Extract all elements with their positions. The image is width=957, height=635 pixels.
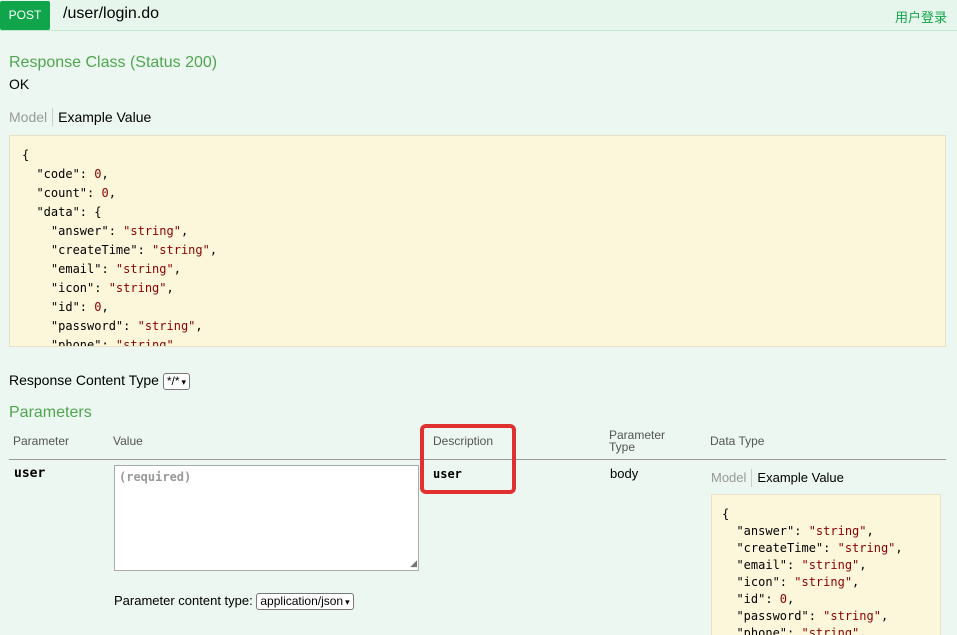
operation-summary[interactable]: 用户登录 bbox=[895, 7, 947, 26]
parameter-content-type-label: Parameter content type: bbox=[114, 593, 253, 608]
operation-header[interactable]: POST /user/login.do 用户登录 bbox=[0, 0, 957, 31]
column-data-type: Data Type bbox=[710, 434, 765, 448]
parameter-name: user bbox=[14, 466, 46, 481]
parameter-description: user bbox=[433, 467, 462, 481]
parameters-heading: Parameters bbox=[9, 404, 92, 421]
json-line: "phone": "string", bbox=[722, 626, 867, 635]
json-line: "email": "string", bbox=[22, 262, 181, 276]
json-line: "id": 0, bbox=[22, 300, 109, 314]
json-line: "icon": "string", bbox=[22, 281, 174, 295]
json-line: "id": 0, bbox=[722, 592, 795, 606]
response-class-heading: Response Class (Status 200) bbox=[9, 54, 218, 71]
textarea-placeholder: (required) bbox=[119, 470, 192, 484]
json-line: "code": 0, bbox=[22, 167, 109, 181]
json-line: "createTime": "string", bbox=[22, 243, 218, 257]
json-line: "data": { bbox=[22, 205, 102, 219]
json-line: "count": 0, bbox=[22, 186, 116, 200]
response-tabs: Model Example Value bbox=[9, 108, 156, 126]
datatype-tabs: Model Example Value bbox=[711, 469, 849, 487]
json-line: { bbox=[22, 148, 30, 162]
column-parameter: Parameter bbox=[13, 434, 70, 448]
response-content-type-label: Response Content Type bbox=[9, 372, 159, 388]
chevron-down-icon: ▾ bbox=[181, 376, 187, 387]
response-content-type-row: Response Content Type */* ▾ bbox=[9, 372, 191, 390]
json-line: "email": "string", bbox=[722, 558, 867, 572]
json-line: "icon": "string", bbox=[722, 575, 860, 589]
operation-path[interactable]: /user/login.do bbox=[63, 5, 159, 23]
parameter-value-textarea[interactable]: (required) ◢ bbox=[114, 465, 419, 571]
chevron-down-icon: ▾ bbox=[345, 597, 350, 608]
json-line: "password": "string", bbox=[722, 609, 889, 623]
json-line: "phone": "string", bbox=[22, 338, 181, 347]
json-line: "answer": "string", bbox=[22, 224, 189, 238]
parameter-content-type-select[interactable]: application/json ▾ bbox=[256, 593, 354, 611]
datatype-example-json: { "answer": "string", "createTime": "str… bbox=[711, 494, 941, 635]
response-content-type-select[interactable]: */* ▾ bbox=[162, 372, 191, 390]
parameter-type: body bbox=[610, 466, 639, 481]
parameter-content-type-row: Parameter content type: application/json… bbox=[114, 593, 354, 611]
tab-model[interactable]: Model bbox=[9, 108, 54, 126]
tab-example-value[interactable]: Example Value bbox=[53, 108, 156, 126]
column-value: Value bbox=[113, 434, 143, 448]
tab-example-value[interactable]: Example Value bbox=[752, 469, 848, 487]
json-line: "answer": "string", bbox=[722, 524, 874, 538]
http-method-badge[interactable]: POST bbox=[0, 1, 50, 30]
tab-model[interactable]: Model bbox=[711, 469, 753, 487]
response-example-json: { "code": 0, "count": 0, "data": { "answ… bbox=[9, 135, 946, 347]
json-line: "createTime": "string", bbox=[722, 541, 903, 555]
column-parameter-type: Parameter Type bbox=[609, 428, 666, 454]
json-line: "password": "string", bbox=[22, 319, 203, 333]
response-message: OK bbox=[9, 76, 30, 92]
resize-handle-icon[interactable]: ◢ bbox=[410, 558, 417, 569]
description-highlight-box bbox=[420, 424, 516, 494]
json-line: { bbox=[722, 507, 730, 521]
